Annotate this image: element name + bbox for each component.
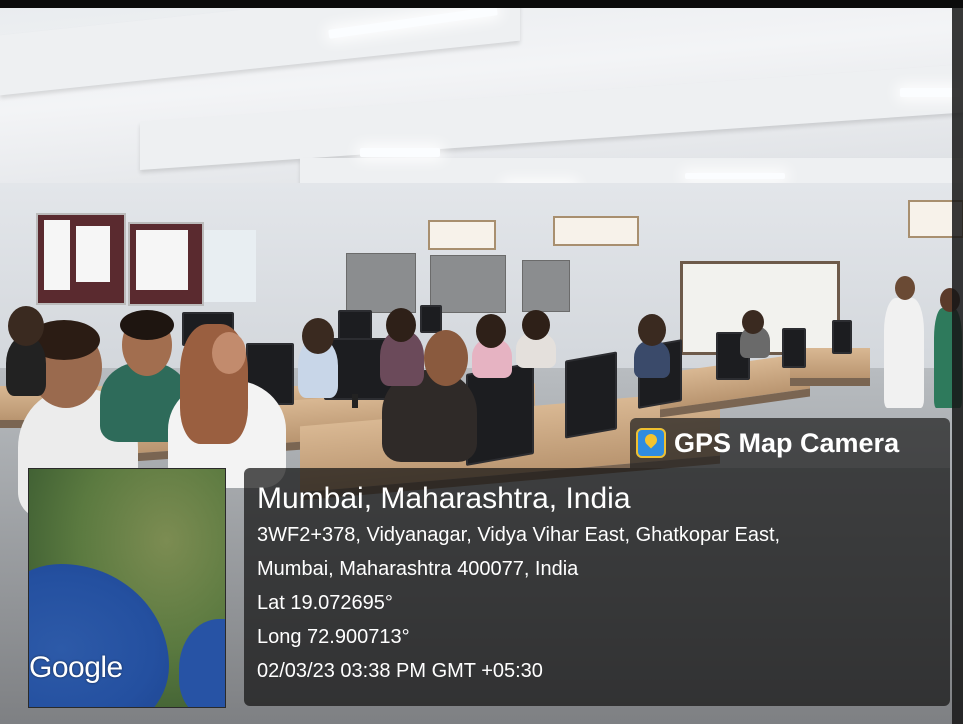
google-logo: Google (29, 651, 123, 684)
address-line-2: Mumbai, Maharashtra 400077, India (257, 558, 579, 580)
location-info-panel: Mumbai, Maharashtra, India 3WF2+378, Vid… (244, 468, 950, 706)
ceiling-light (900, 88, 960, 97)
window (553, 216, 639, 246)
longitude: Long 72.900713° (257, 626, 410, 648)
map-thumbnail: Google (28, 468, 226, 708)
poster (204, 230, 256, 302)
top-border (0, 0, 963, 8)
location-title: Mumbai, Maharashtra, India (257, 482, 631, 515)
shelf (522, 260, 570, 312)
app-name: GPS Map Camera (674, 427, 900, 458)
timestamp: 02/03/23 03:38 PM GMT +05:30 (257, 660, 543, 682)
standing-person (884, 298, 924, 408)
right-edge-shadow (952, 8, 963, 724)
map-pin-icon (636, 428, 666, 458)
monitor (565, 351, 617, 439)
shelf (430, 255, 506, 313)
monitor (338, 310, 372, 340)
monitor (832, 320, 852, 354)
ceiling-light (360, 148, 440, 157)
gps-camera-badge: GPS Map Camera (630, 418, 950, 468)
window (428, 220, 496, 250)
address-line-1: 3WF2+378, Vidyanagar, Vidya Vihar East, … (257, 524, 781, 546)
latitude: Lat 19.072695° (257, 592, 393, 614)
monitor (420, 305, 442, 333)
monitor (782, 328, 806, 368)
ceiling-light (685, 173, 785, 179)
shelf (346, 253, 416, 313)
